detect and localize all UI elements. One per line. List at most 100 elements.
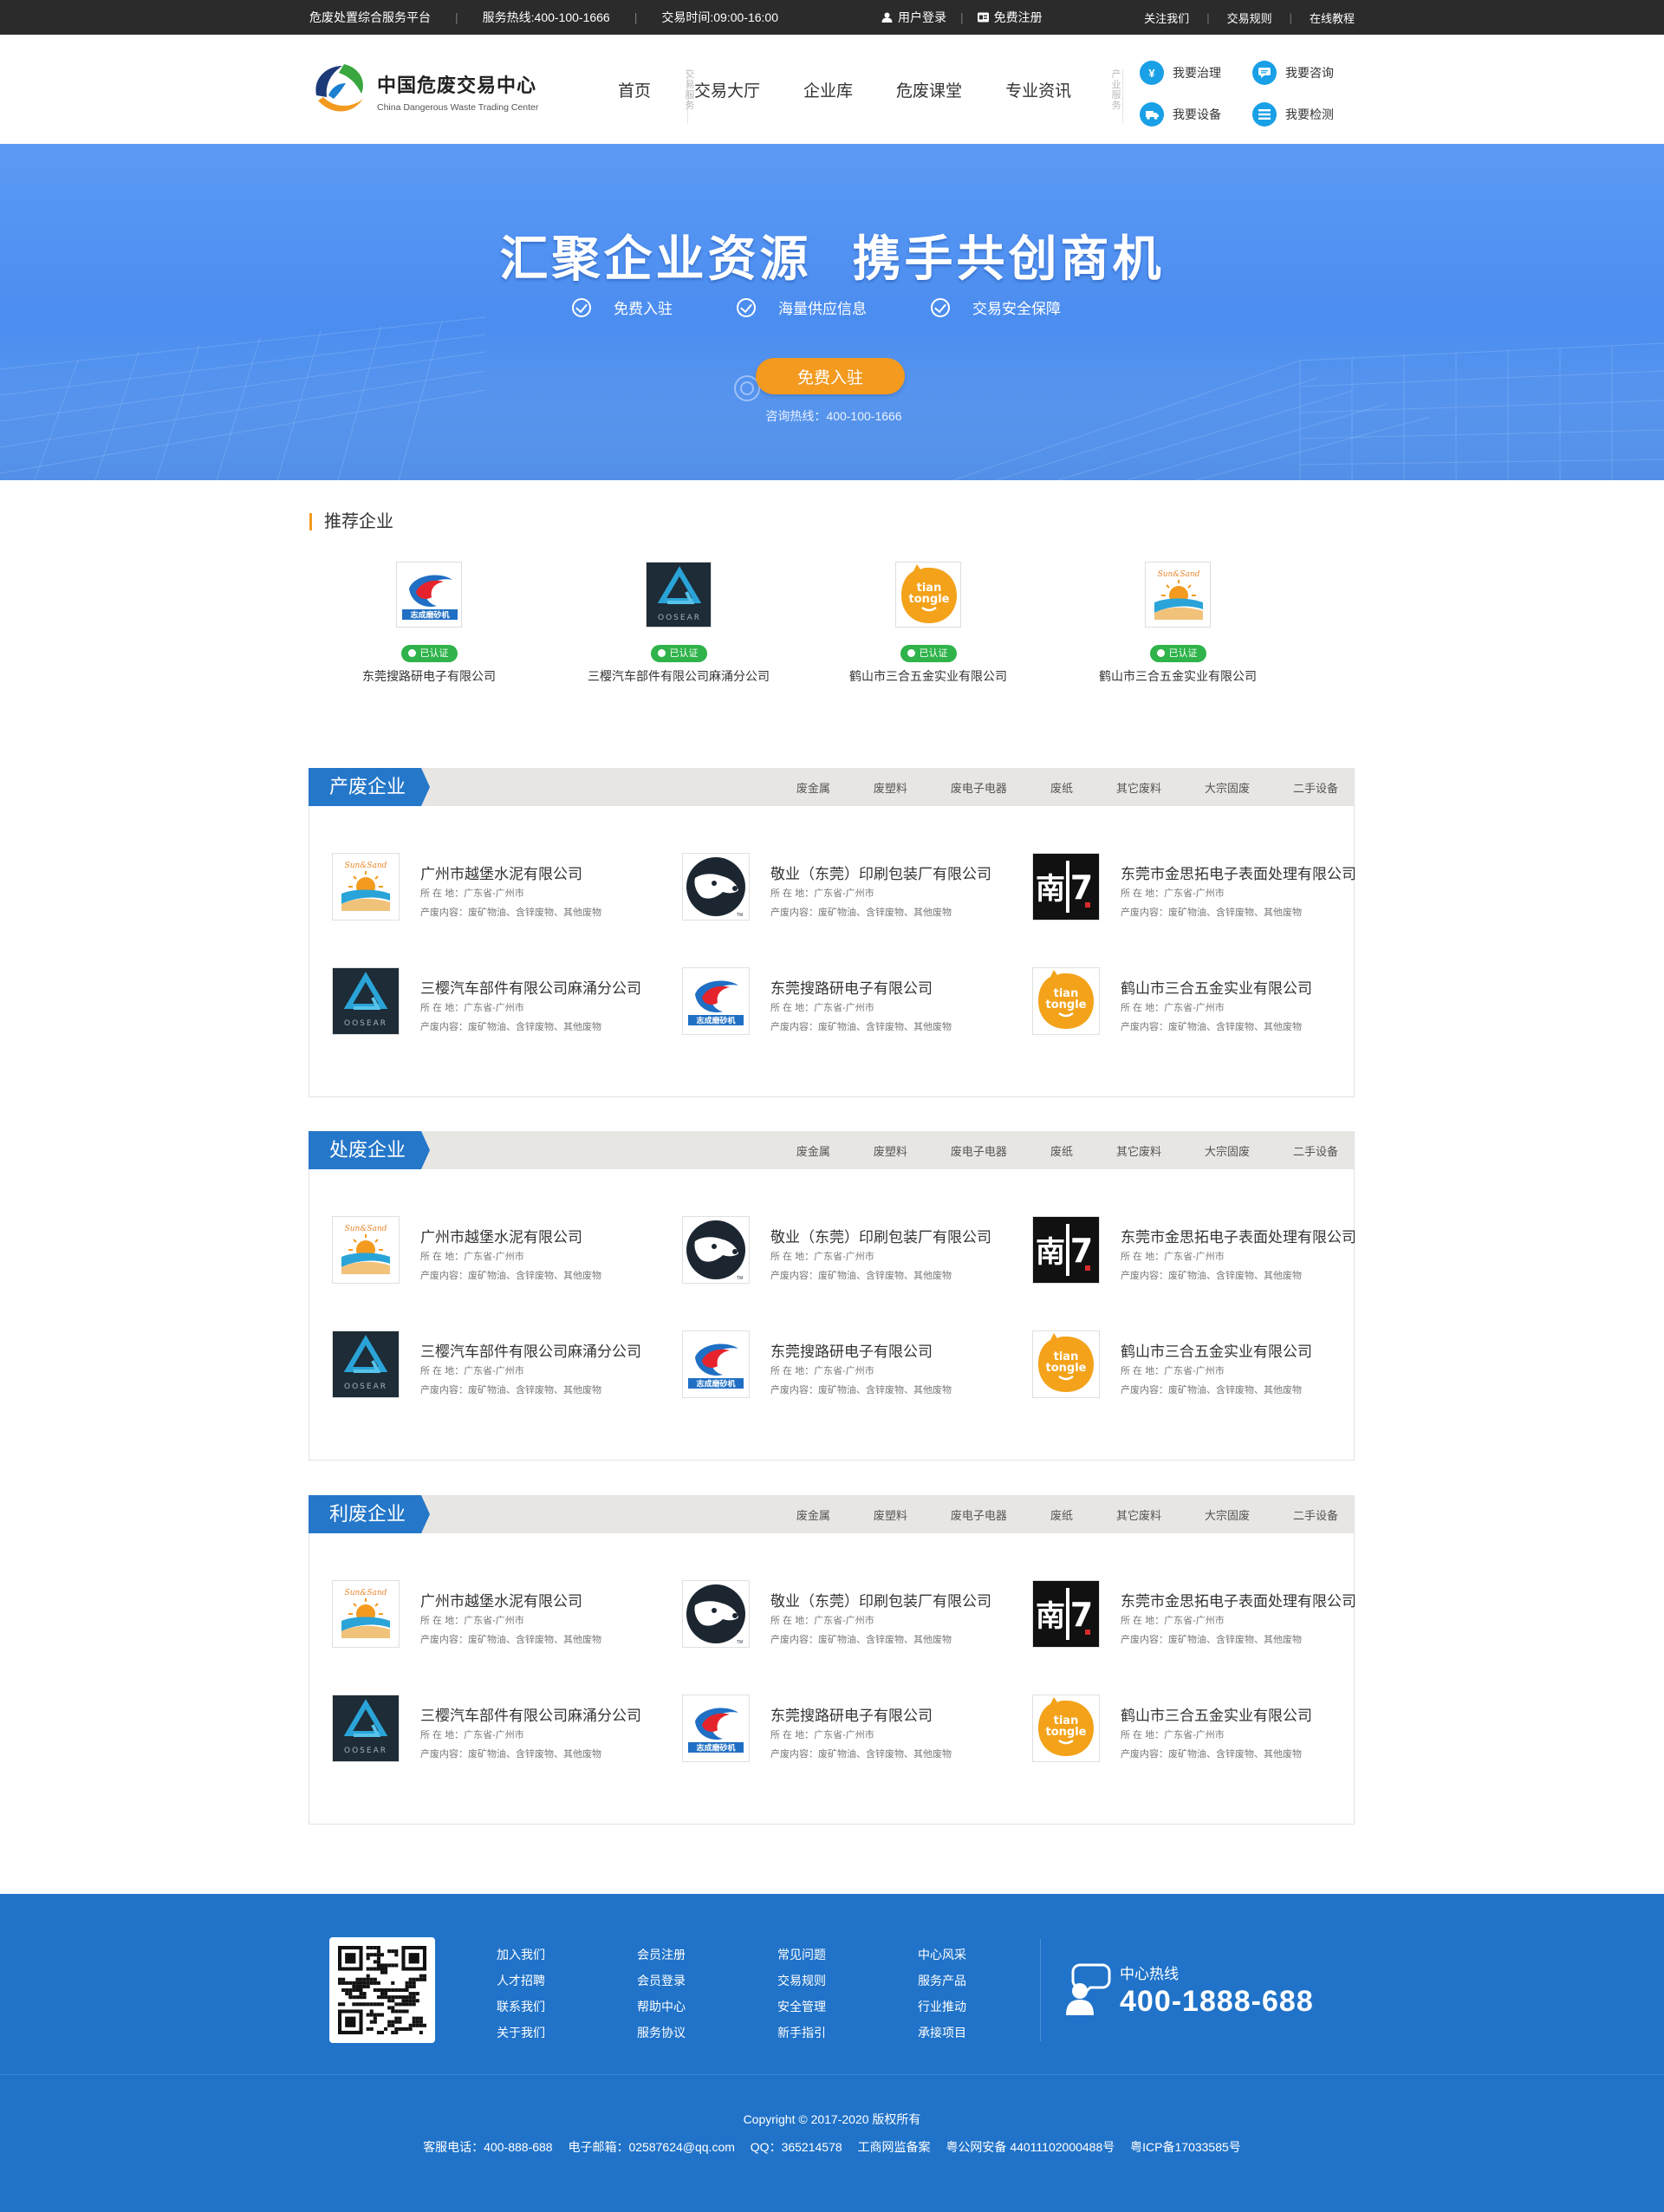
verified-badge: 已认证 — [650, 645, 707, 662]
category-waste-plastic[interactable]: 废塑料 — [874, 779, 907, 796]
company-card[interactable]: TM 敬业（东莞）印刷包装厂有限公司所 在 地：广东省-广州市 产废内容：废矿物油、… — [682, 1580, 1029, 1649]
company-card[interactable]: 南 7 东莞市金思拓电子表面处理有限公司所 在 地：广东省-广州市 产废内容：废矿物油… — [1032, 853, 1379, 922]
category-used-equipment[interactable]: 二手设备 — [1293, 1142, 1338, 1159]
category-used-equipment[interactable]: 二手设备 — [1293, 1506, 1338, 1523]
online-tutorial-link[interactable]: 在线教程 — [1301, 10, 1355, 26]
footer-link[interactable]: 常见问题 — [777, 1942, 918, 1968]
service-equipment[interactable]: 我要设备 — [1140, 102, 1221, 127]
company-name[interactable]: 三樱汽车部件有限公司麻涌分公司 — [420, 1703, 641, 1725]
company-name[interactable]: 敬业（东莞）印刷包装厂有限公司 — [770, 1589, 991, 1610]
category-waste-electronics[interactable]: 废电子电器 — [951, 1142, 1007, 1159]
company-card[interactable]: TM 敬业（东莞）印刷包装厂有限公司所 在 地：广东省-广州市 产废内容：废矿物油、… — [682, 1216, 1029, 1285]
service-governance[interactable]: ¥ 我要治理 — [1140, 61, 1221, 85]
company-name[interactable]: 鹤山市三合五金实业有限公司 — [1121, 976, 1312, 998]
footer-link[interactable]: 新手指引 — [777, 2020, 918, 2046]
company-name[interactable]: 广州市越堡水泥有限公司 — [420, 1225, 582, 1246]
register-link[interactable]: 免费注册 — [977, 9, 1043, 26]
category-waste-plastic[interactable]: 废塑料 — [874, 1506, 907, 1523]
category-scrap-metal[interactable]: 废金属 — [796, 1506, 830, 1523]
company-name[interactable]: 东莞市金思拓电子表面处理有限公司 — [1121, 1225, 1356, 1246]
recommended-item[interactable]: tian tongle 已认证 鹤山市三合五金实业有限公司 — [807, 562, 1050, 685]
service-consult[interactable]: 我要咨询 — [1252, 61, 1334, 85]
company-card[interactable]: 志成磨砂机 东莞搜路研电子有限公司所 在 地：广东省-广州市 产废内容：废矿物油、含… — [682, 1695, 1029, 1764]
footer-link[interactable]: 联系我们 — [497, 1994, 637, 2020]
company-grid: Sun&Sand 广州市越堡水泥有限公司所 在 地：广东省-广州市 产废内容：废矿物… — [309, 1533, 1356, 1825]
category-other-waste[interactable]: 其它废料 — [1116, 1142, 1161, 1159]
follow-us-link[interactable]: 关注我们 — [1135, 10, 1198, 26]
category-waste-electronics[interactable]: 废电子电器 — [951, 779, 1007, 796]
footer-link[interactable]: 交易规则 — [777, 1968, 918, 1994]
footer-link[interactable]: 服务产品 — [918, 1968, 1058, 1994]
footer-link[interactable]: 人才招聘 — [497, 1968, 637, 1994]
category-other-waste[interactable]: 其它废料 — [1116, 1506, 1161, 1523]
category-bulk-solid-waste[interactable]: 大宗固废 — [1205, 1506, 1250, 1523]
category-waste-paper[interactable]: 废纸 — [1050, 779, 1073, 796]
category-filter: 废金属 废塑料 废电子电器 废纸 其它废料 大宗固废 二手设备 — [753, 1131, 1338, 1169]
footer-link[interactable]: 帮助中心 — [637, 1994, 777, 2020]
company-card[interactable]: 南 7 东莞市金思拓电子表面处理有限公司所 在 地：广东省-广州市 产废内容：废矿物油… — [1032, 1580, 1379, 1649]
category-waste-electronics[interactable]: 废电子电器 — [951, 1506, 1007, 1523]
login-link[interactable]: 用户登录 — [881, 9, 946, 26]
company-card[interactable]: tian tongle 鹤山市三合五金实业有限公司所 在 地：广东省-广州市 产废内容… — [1032, 1695, 1379, 1764]
category-other-waste[interactable]: 其它废料 — [1116, 779, 1161, 796]
category-bulk-solid-waste[interactable]: 大宗固废 — [1205, 779, 1250, 796]
business-record[interactable]: 工商网监备案 — [858, 2140, 931, 2154]
category-scrap-metal[interactable]: 废金属 — [796, 1142, 830, 1159]
nav-enterprise-library[interactable]: 企业库 — [803, 78, 853, 101]
service-testing[interactable]: 我要检测 — [1252, 102, 1334, 127]
category-used-equipment[interactable]: 二手设备 — [1293, 779, 1338, 796]
company-name[interactable]: 三樱汽车部件有限公司麻涌分公司 — [420, 1339, 641, 1361]
company-card[interactable]: 志成磨砂机 东莞搜路研电子有限公司所 在 地：广东省-广州市 产废内容：废矿物油、含… — [682, 1330, 1029, 1400]
nav-home[interactable]: 首页 — [618, 78, 651, 101]
company-card[interactable]: Sun&Sand 广州市越堡水泥有限公司所 在 地：广东省-广州市 产废内容：废矿物… — [332, 853, 679, 922]
company-card[interactable]: 南 7 东莞市金思拓电子表面处理有限公司所 在 地：广东省-广州市 产废内容：废矿物油… — [1032, 1216, 1379, 1285]
free-join-button[interactable]: 免费入驻 — [756, 358, 905, 394]
company-card[interactable]: OOSEAR 三樱汽车部件有限公司麻涌分公司所 在 地：广东省-广州市 产废内容：废… — [332, 1330, 679, 1400]
company-name[interactable]: 广州市越堡水泥有限公司 — [420, 862, 582, 883]
company-name[interactable]: 三樱汽车部件有限公司麻涌分公司 — [420, 976, 641, 998]
footer-link[interactable]: 中心风采 — [918, 1942, 1058, 1968]
recommended-item[interactable]: OOSEAR 已认证 三樱汽车部件有限公司麻涌分公司 — [557, 562, 800, 685]
company-name[interactable]: 敬业（东莞）印刷包装厂有限公司 — [770, 1225, 991, 1246]
company-card[interactable]: tian tongle 鹤山市三合五金实业有限公司所 在 地：广东省-广州市 产废内容… — [1032, 1330, 1379, 1400]
footer-hotline: 中心热线 400-1888-688 — [1064, 1962, 1314, 2019]
police-record[interactable]: 粤公网安备 44011102000488号 — [946, 2140, 1115, 2154]
footer-link[interactable]: 会员登录 — [637, 1968, 777, 1994]
footer-link[interactable]: 加入我们 — [497, 1942, 637, 1968]
company-card[interactable]: TM 敬业（东莞）印刷包装厂有限公司所 在 地：广东省-广州市 产废内容：废矿物油、… — [682, 853, 1029, 922]
recommended-item[interactable]: 志成磨砂机 已认证 东莞搜路研电子有限公司 — [308, 562, 550, 685]
site-logo[interactable]: 中国危废交易中心 China Dangerous Waste Trading C… — [309, 61, 538, 121]
trade-rules-link[interactable]: 交易规则 — [1219, 10, 1281, 26]
company-name[interactable]: 东莞市金思拓电子表面处理有限公司 — [1121, 862, 1356, 883]
footer-link[interactable]: 安全管理 — [777, 1994, 918, 2020]
category-scrap-metal[interactable]: 废金属 — [796, 779, 830, 796]
company-card[interactable]: tian tongle 鹤山市三合五金实业有限公司所 在 地：广东省-广州市 产废内容… — [1032, 967, 1379, 1037]
nav-news[interactable]: 专业资讯 — [1005, 78, 1071, 101]
footer-link[interactable]: 服务协议 — [637, 2020, 777, 2046]
company-name[interactable]: 东莞搜路研电子有限公司 — [770, 976, 933, 998]
company-name[interactable]: 东莞搜路研电子有限公司 — [770, 1339, 933, 1361]
category-waste-plastic[interactable]: 废塑料 — [874, 1142, 907, 1159]
company-name[interactable]: 敬业（东莞）印刷包装厂有限公司 — [770, 862, 991, 883]
category-waste-paper[interactable]: 废纸 — [1050, 1506, 1073, 1523]
nav-trading-hall[interactable]: 交易大厅 — [694, 78, 760, 101]
company-card[interactable]: Sun&Sand 广州市越堡水泥有限公司所 在 地：广东省-广州市 产废内容：废矿物… — [332, 1216, 679, 1285]
company-name[interactable]: 鹤山市三合五金实业有限公司 — [1121, 1703, 1312, 1725]
footer-link[interactable]: 会员注册 — [637, 1942, 777, 1968]
category-bulk-solid-waste[interactable]: 大宗固废 — [1205, 1142, 1250, 1159]
footer-link[interactable]: 承接项目 — [918, 2020, 1058, 2046]
footer-link[interactable]: 关于我们 — [497, 2020, 637, 2046]
company-name[interactable]: 广州市越堡水泥有限公司 — [420, 1589, 582, 1610]
company-card[interactable]: 志成磨砂机 东莞搜路研电子有限公司所 在 地：广东省-广州市 产废内容：废矿物油、含… — [682, 967, 1029, 1037]
company-name[interactable]: 东莞搜路研电子有限公司 — [770, 1703, 933, 1725]
company-card[interactable]: OOSEAR 三樱汽车部件有限公司麻涌分公司所 在 地：广东省-广州市 产废内容：废… — [332, 967, 679, 1037]
nav-hazwaste-class[interactable]: 危废课堂 — [896, 78, 962, 101]
company-name[interactable]: 鹤山市三合五金实业有限公司 — [1121, 1339, 1312, 1361]
company-name[interactable]: 东莞市金思拓电子表面处理有限公司 — [1121, 1589, 1356, 1610]
icp-record[interactable]: 粤ICP备17033585号 — [1130, 2140, 1241, 2154]
company-card[interactable]: OOSEAR 三樱汽车部件有限公司麻涌分公司所 在 地：广东省-广州市 产废内容：废… — [332, 1695, 679, 1764]
footer-link[interactable]: 行业推动 — [918, 1994, 1058, 2020]
category-waste-paper[interactable]: 废纸 — [1050, 1142, 1073, 1159]
recommended-item[interactable]: Sun&Sand 已认证 鹤山市三合五金实业有限公司 — [1056, 562, 1299, 685]
company-card[interactable]: Sun&Sand 广州市越堡水泥有限公司所 在 地：广东省-广州市 产废内容：废矿物… — [332, 1580, 679, 1649]
